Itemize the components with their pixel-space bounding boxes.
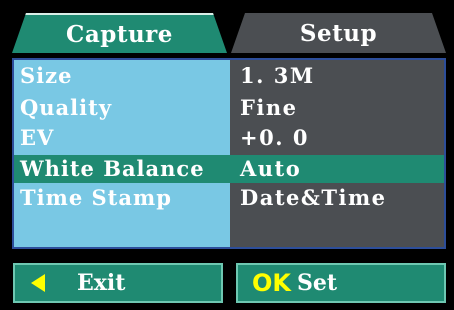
menu-item-size[interactable]: Size [20, 64, 72, 88]
menu-value-size: 1. 3M [240, 63, 315, 88]
menu-item-time-stamp[interactable]: Time Stamp [20, 186, 172, 210]
tab-capture[interactable]: Capture [12, 13, 227, 53]
tab-setup-label: Setup [299, 19, 378, 47]
ok-label: OK [252, 269, 291, 297]
ok-set-button[interactable]: OK Set [236, 263, 446, 303]
menu-item-ev[interactable]: EV [20, 126, 54, 150]
menu-value-time-stamp: Date&Time [240, 185, 387, 210]
set-label: Set [297, 270, 338, 296]
left-arrow-icon [31, 274, 45, 292]
menu-item-quality[interactable]: Quality [20, 96, 112, 120]
menu-values-column [230, 60, 444, 247]
menu-value-ev: +0. 0 [240, 125, 309, 150]
menu-panel: Size 1. 3M Quality Fine EV +0. 0 White B… [12, 58, 446, 249]
camera-menu-screen: Capture Setup Size 1. 3M Quality Fine EV… [0, 0, 454, 310]
tab-capture-label: Capture [66, 20, 173, 48]
menu-labels-column [14, 60, 230, 247]
exit-button-label: Exit [77, 270, 126, 296]
exit-button[interactable]: Exit [13, 263, 223, 303]
menu-value-white-balance: Auto [240, 156, 302, 181]
tab-setup[interactable]: Setup [231, 13, 446, 53]
menu-item-white-balance[interactable]: White Balance [20, 157, 205, 181]
menu-value-quality: Fine [240, 95, 298, 120]
